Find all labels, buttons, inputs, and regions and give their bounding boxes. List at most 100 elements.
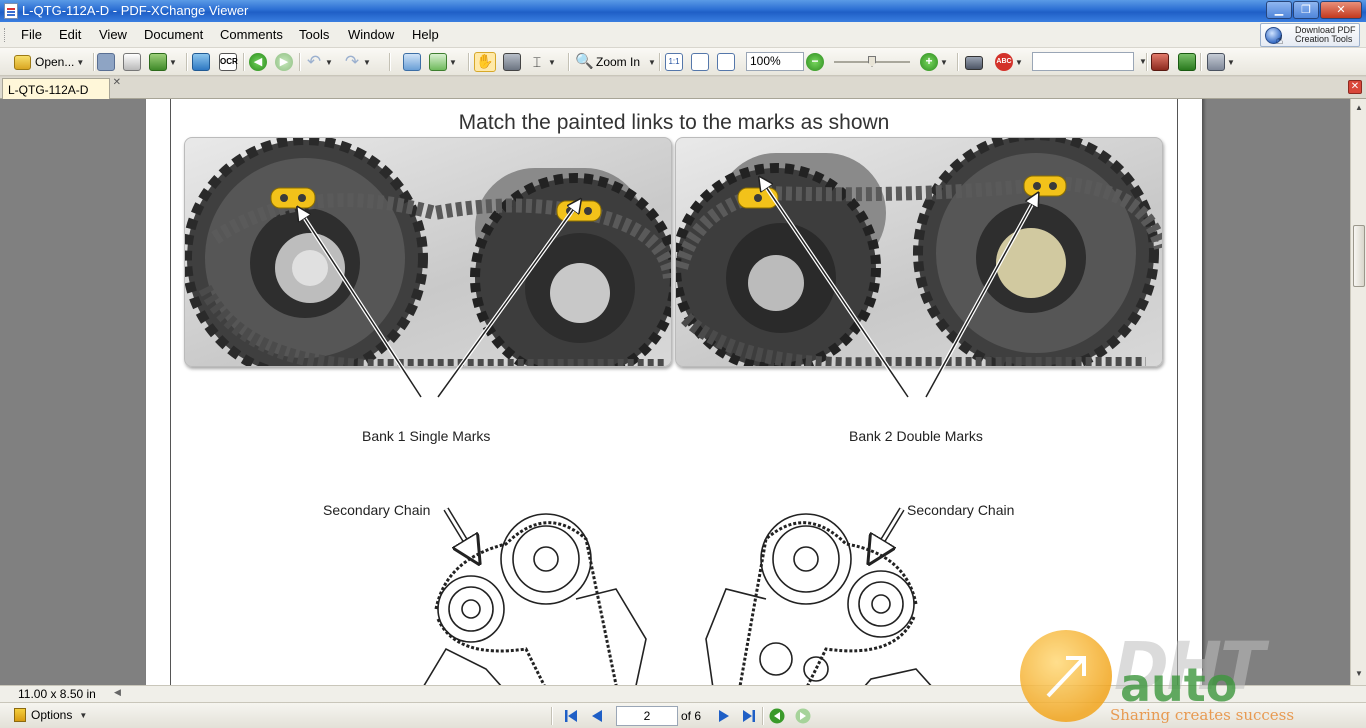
open-label: Open... (35, 55, 75, 69)
minus-circle-icon: − (806, 53, 824, 71)
zoom-in-tool-button[interactable]: 🔍 Zoom In ▼ (575, 52, 656, 72)
bank2-caption: Bank 2 Double Marks (849, 428, 983, 444)
zoom-in-label: Zoom In (596, 55, 641, 69)
export-dropdown-icon[interactable]: ▼ (169, 58, 177, 67)
last-page-icon[interactable] (741, 708, 757, 724)
scroll-down-icon[interactable]: ▼ (1353, 669, 1365, 681)
fit-width-button[interactable] (717, 52, 735, 72)
redo-button[interactable]: ↷ ▼ (343, 52, 371, 72)
menu-comments[interactable]: Comments (220, 27, 283, 43)
zoom-slider-thumb[interactable] (868, 56, 876, 67)
tab-close-icon[interactable]: ✕ (113, 77, 121, 88)
actual-size-button[interactable]: 1:1 (665, 52, 683, 72)
undo-button[interactable]: ↶ ▼ (305, 52, 333, 72)
zoom-level-combo[interactable]: 100% ▼ (746, 52, 816, 71)
select-dropdown-icon[interactable]: ▼ (548, 58, 556, 67)
save-button[interactable] (97, 52, 115, 72)
toolbar-separator (568, 53, 569, 71)
toolbar-separator (299, 53, 300, 71)
navbar-separator (762, 707, 763, 725)
scroll-left-icon[interactable]: ◀ (114, 687, 121, 698)
toolbar-separator (389, 53, 390, 71)
select-text-icon: ⌶ (532, 54, 542, 70)
minimize-button[interactable]: ▁ (1266, 1, 1292, 19)
settings-dropdown-icon[interactable]: ▼ (1227, 58, 1235, 67)
menu-document[interactable]: Document (144, 27, 203, 43)
zoom-tool-dropdown-icon[interactable]: ▼ (648, 58, 656, 67)
hand-tool-button[interactable]: ✋ (474, 52, 496, 72)
forward-arrow-icon: ▶ (275, 53, 293, 71)
toolbar-separator (1200, 53, 1201, 71)
toolbar-separator (243, 53, 244, 71)
download-pdf-tools-button[interactable]: ☝ Download PDF Creation Tools (1260, 23, 1360, 47)
page-size-readout: 11.00 x 8.50 in (18, 687, 96, 701)
zoom-in-dropdown-icon[interactable]: ▼ (940, 58, 948, 67)
search-input[interactable] (1032, 52, 1134, 71)
find-button[interactable] (965, 52, 983, 72)
page-number-input[interactable]: 2 (616, 706, 678, 726)
undo-dropdown-icon[interactable]: ▼ (325, 58, 333, 67)
select-text-button[interactable]: ⌶ ▼ (528, 52, 556, 72)
back-arrow-icon: ◀ (249, 53, 267, 71)
menu-file[interactable]: File (21, 27, 42, 43)
fit-width-icon (717, 53, 735, 71)
spell-check-icon: ABC (995, 53, 1013, 71)
forward-button[interactable]: ▶ (275, 52, 293, 72)
tab-l-qtg-112a-d[interactable]: L-QTG-112A-D ✕ (2, 77, 121, 99)
spell-check-button[interactable]: ABC ▼ (995, 52, 1023, 72)
toolbar-separator (186, 53, 187, 71)
scan-button[interactable] (192, 52, 210, 72)
previous-page-icon[interactable] (589, 708, 605, 724)
print-button[interactable] (123, 52, 141, 72)
zoom-out-button[interactable]: − (806, 52, 824, 72)
zoom-in-button[interactable]: + ▼ (920, 52, 948, 72)
scroll-up-icon[interactable]: ▲ (1353, 103, 1365, 115)
back-button[interactable]: ◀ (249, 52, 267, 72)
ocr-button[interactable]: OCR (219, 52, 238, 72)
vertical-scrollbar[interactable]: ▲ ▼ (1350, 99, 1366, 685)
engine-chain-line-drawing (423, 513, 932, 685)
options-button[interactable]: Options ▼ (14, 708, 87, 722)
redo-dropdown-icon[interactable]: ▼ (363, 58, 371, 67)
menu-window[interactable]: Window (348, 27, 394, 43)
page-layout-button[interactable]: ▼ (429, 52, 457, 72)
close-document-button[interactable]: ✕ (1348, 80, 1362, 94)
title-bar: L-QTG-112A-D - PDF-XChange Viewer ▁ ❐ ✕ (0, 0, 1366, 22)
maximize-button[interactable]: ❐ (1293, 1, 1319, 19)
options-dropdown-icon[interactable]: ▼ (79, 711, 87, 720)
close-window-button[interactable]: ✕ (1320, 1, 1362, 19)
options-flag-icon (14, 708, 26, 722)
history-back-icon[interactable] (769, 708, 785, 724)
fit-page-button[interactable] (691, 52, 709, 72)
first-page-icon[interactable] (563, 708, 579, 724)
page-layout-dropdown-icon[interactable]: ▼ (449, 58, 457, 67)
scroll-thumb[interactable] (1353, 225, 1365, 287)
hand-tool-icon: ✋ (474, 52, 496, 72)
open-dropdown-icon[interactable]: ▼ (76, 58, 84, 67)
spell-dropdown-icon[interactable]: ▼ (1015, 58, 1023, 67)
menu-view[interactable]: View (99, 27, 127, 43)
menu-help[interactable]: Help (412, 27, 439, 43)
open-button[interactable]: Open... ▼ (14, 52, 84, 72)
find-next-button[interactable] (1178, 52, 1196, 72)
export-button[interactable]: ▼ (149, 52, 177, 72)
status-bar: 11.00 x 8.50 in ◀ (0, 685, 1366, 702)
snapshot-button[interactable] (503, 52, 521, 72)
document-viewer[interactable]: Match the painted links to the marks as … (0, 99, 1350, 685)
find-previous-button[interactable] (1151, 52, 1169, 72)
next-page-icon[interactable] (716, 708, 732, 724)
menu-tools[interactable]: Tools (299, 27, 329, 43)
toolbar-separator (1146, 53, 1147, 71)
scan-icon (192, 53, 210, 71)
toolbar-separator (93, 53, 94, 71)
settings-button[interactable]: ▼ (1207, 52, 1235, 72)
actual-size-icon: 1:1 (665, 53, 683, 71)
rotate-view-button[interactable] (403, 52, 421, 72)
menu-edit[interactable]: Edit (59, 27, 81, 43)
secondary-chain-left-label: Secondary Chain (323, 502, 431, 518)
zoom-slider[interactable] (834, 56, 910, 67)
window-title: L-QTG-112A-D - PDF-XChange Viewer (22, 3, 249, 18)
binoculars-icon (965, 56, 983, 70)
history-forward-icon[interactable] (795, 708, 811, 724)
window-controls: ▁ ❐ ✕ (1266, 1, 1362, 19)
